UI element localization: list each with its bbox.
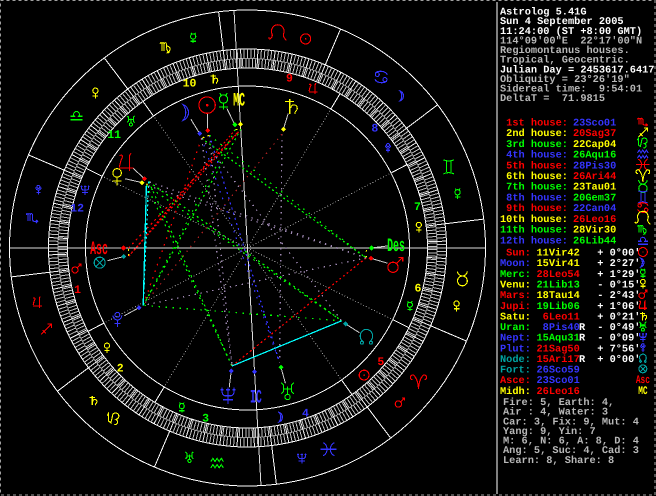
svg-text:Des: Des <box>387 235 405 257</box>
svg-text:9: 9 <box>286 73 293 86</box>
svg-text:1: 1 <box>74 284 81 297</box>
svg-text:R: R <box>579 333 586 345</box>
svg-text:3: 3 <box>202 412 209 425</box>
svg-text:MC: MC <box>233 90 245 112</box>
svg-text:26Leo16: 26Leo16 <box>537 386 580 398</box>
svg-text:7: 7 <box>414 201 421 214</box>
svg-text:26Lib44: 26Lib44 <box>573 235 616 247</box>
svg-text:R: R <box>579 354 586 366</box>
svg-text:5: 5 <box>377 356 384 369</box>
svg-text:8: 8 <box>371 122 378 135</box>
svg-text:Asc: Asc <box>90 238 108 260</box>
svg-text:IC: IC <box>250 386 262 408</box>
svg-text:DeltaT = 71.9815: DeltaT = 71.9815 <box>500 93 605 105</box>
svg-text:10: 10 <box>183 77 197 90</box>
svg-text:Learn: 8, Share: 8: Learn: 8, Share: 8 <box>503 455 614 467</box>
svg-text:Midh:: Midh: <box>500 386 531 398</box>
svg-text:MC: MC <box>638 385 647 398</box>
svg-text:0°00': 0°00' <box>603 354 640 366</box>
svg-text:12: 12 <box>70 203 84 216</box>
svg-text:6: 6 <box>414 282 421 295</box>
svg-text:2: 2 <box>117 363 124 376</box>
svg-text:12th house:: 12th house: <box>500 235 568 247</box>
svg-text:11: 11 <box>107 129 121 142</box>
svg-text:4: 4 <box>302 408 309 421</box>
